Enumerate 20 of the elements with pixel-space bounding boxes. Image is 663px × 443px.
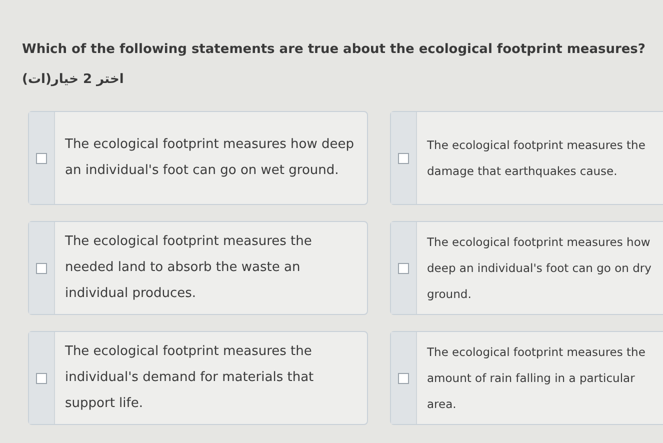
checkbox[interactable] bbox=[36, 372, 47, 384]
answer-option[interactable]: The ecological footprint measures the needed land to absorb the waste an individual produces. bbox=[28, 221, 368, 315]
answer-option[interactable]: The ecological footprint measures the amount of rain falling in a particular area. bbox=[390, 331, 663, 425]
answer-option[interactable]: The ecological footprint measures how deep an individual's foot can go on wet ground. bbox=[28, 111, 368, 205]
checkbox[interactable] bbox=[36, 152, 47, 164]
answer-option[interactable]: The ecological footprint measures how deep an individual's foot can go on dry ground. bbox=[390, 221, 663, 315]
option-text: The ecological footprint measures the needed land to absorb the waste an individual produces. bbox=[64, 233, 313, 303]
checkbox[interactable] bbox=[398, 372, 409, 384]
answer-option[interactable]: The ecological footprint measures the damage that earthquakes cause. bbox=[390, 111, 663, 205]
checkbox[interactable] bbox=[398, 262, 409, 274]
option-text: The ecological footprint measures how deep an individual's foot can go on wet ground. bbox=[64, 136, 356, 180]
option-text: The ecological footprint measures the amount of rain falling in a particular area. bbox=[426, 344, 646, 413]
option-text: The ecological footprint measures the individual's demand for materials that support life. bbox=[64, 343, 315, 413]
checkbox[interactable] bbox=[398, 152, 409, 164]
answer-option[interactable]: The ecological footprint measures the individual's demand for materials that support life. bbox=[28, 331, 368, 425]
option-text: The ecological footprint measures the damage that earthquakes cause. bbox=[426, 137, 646, 180]
question-text: Which of the following statements are true about the ecological footprint measures? bbox=[22, 41, 646, 59]
instruction-text: اختر 2 خيار(ات) bbox=[22, 70, 124, 88]
option-text: The ecological footprint measures how deep an individual's foot can go on dry ground. bbox=[426, 234, 652, 303]
checkbox[interactable] bbox=[36, 262, 47, 274]
